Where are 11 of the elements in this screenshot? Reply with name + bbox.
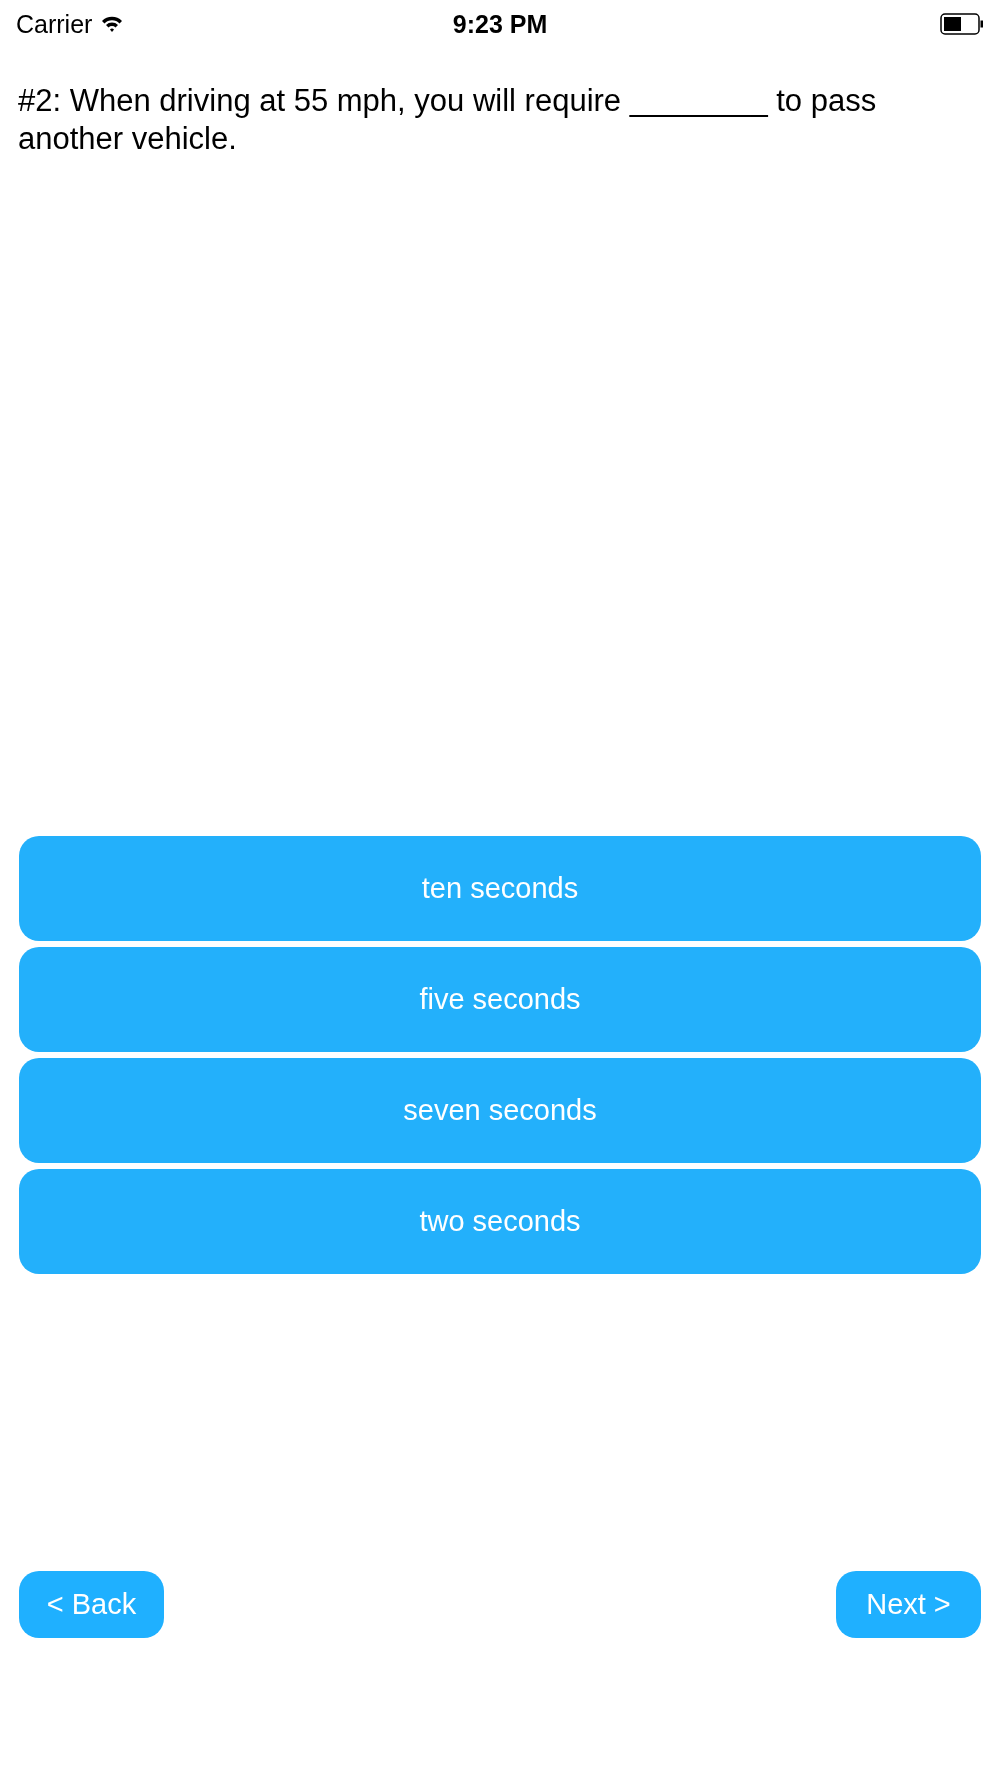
question-text: #2: When driving at 55 mph, you will require ________ to pass another vehicle. (18, 82, 878, 158)
next-button[interactable]: Next > (836, 1571, 981, 1638)
answer-button[interactable]: two seconds (19, 1169, 981, 1274)
answer-button[interactable]: ten seconds (19, 836, 981, 941)
wifi-icon (100, 15, 125, 33)
carrier-label: Carrier (16, 9, 93, 39)
answer-button[interactable]: seven seconds (19, 1058, 981, 1163)
answer-button[interactable]: five seconds (19, 947, 981, 1052)
back-button[interactable]: < Back (19, 1571, 164, 1638)
status-time: 9:23 PM (452, 9, 548, 39)
battery-icon (940, 13, 984, 35)
